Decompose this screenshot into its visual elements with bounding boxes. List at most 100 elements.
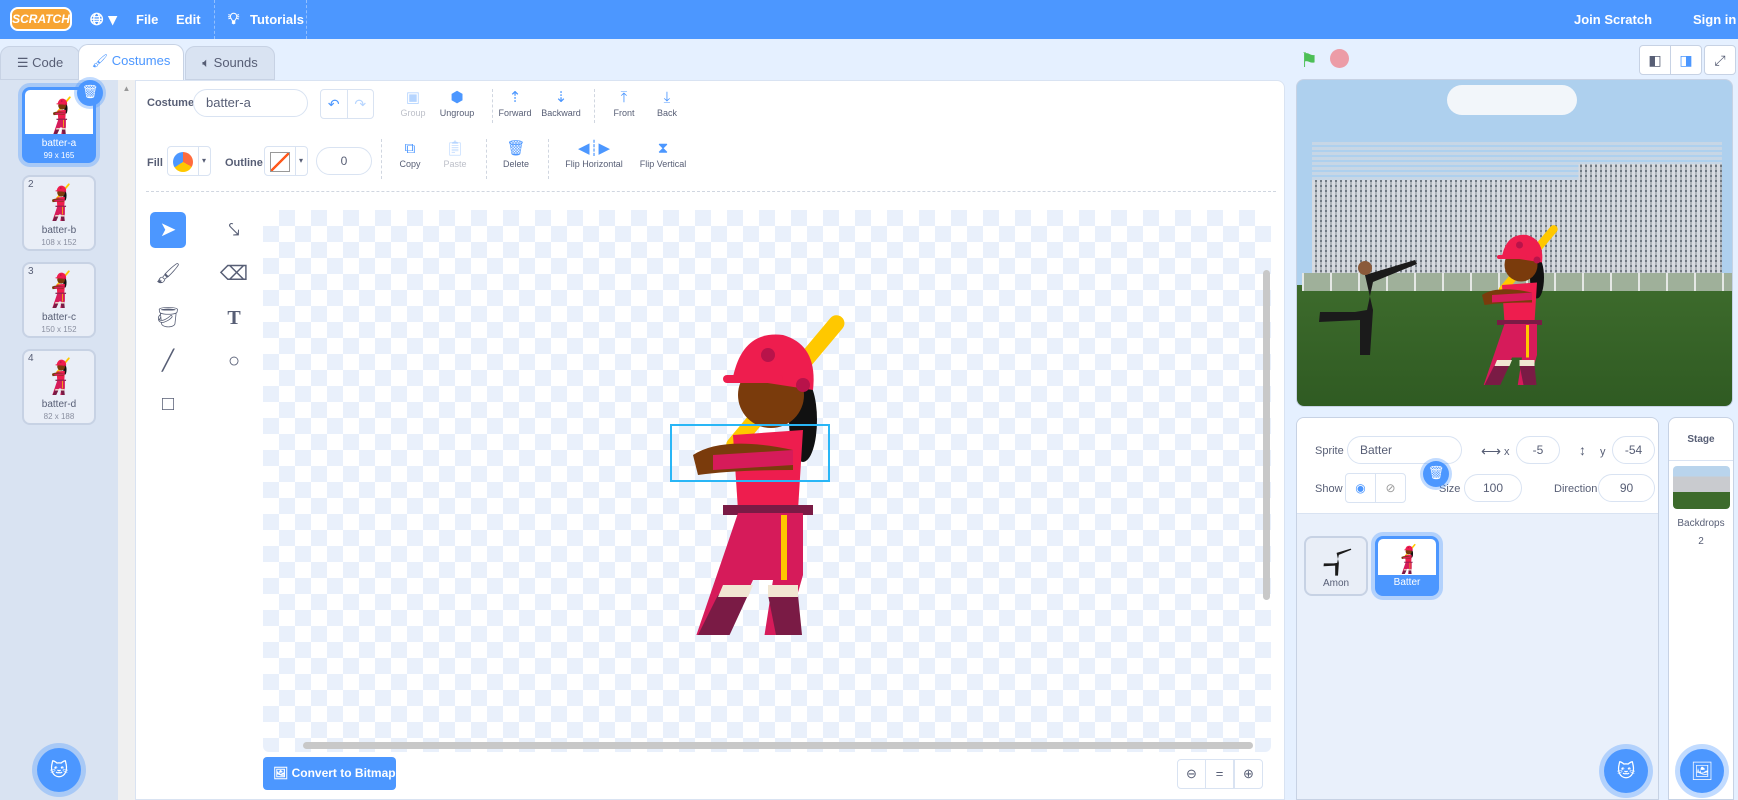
- costume-name: batter-a: [41, 138, 77, 149]
- direction-label: Direction: [1554, 483, 1598, 495]
- button-label: Paste: [443, 159, 467, 169]
- visibility-toggle: ◉ ⊘: [1345, 473, 1406, 503]
- large-stage-icon[interactable]: ◨: [1670, 45, 1702, 75]
- sprite-name-input[interactable]: Batter: [1347, 436, 1462, 464]
- costume-size: 99 x 165: [43, 151, 75, 160]
- tab-code[interactable]: ☰ Code: [0, 46, 80, 80]
- divider: [214, 0, 215, 39]
- image-icon: 🖼︎: [273, 766, 292, 780]
- direction-input[interactable]: 90: [1598, 474, 1655, 502]
- circle-tool-icon[interactable]: ○: [216, 343, 252, 379]
- sprite-tile-batter[interactable]: Batter: [1375, 536, 1439, 596]
- flip-horizontal-icon: ◀┊▶: [577, 140, 611, 157]
- join-scratch-link[interactable]: Join Scratch: [1574, 0, 1652, 39]
- sign-in-link[interactable]: Sign in: [1693, 0, 1736, 39]
- sprite-thumbnail: [1392, 542, 1422, 574]
- tab-costumes[interactable]: 🖌︎ Costumes: [78, 44, 184, 80]
- x-label: x: [1504, 446, 1510, 458]
- show-eye-icon[interactable]: ◉: [1346, 474, 1376, 502]
- chevron-down-icon: ▾: [295, 147, 303, 175]
- scratch-logo[interactable]: SCRATCH: [10, 7, 72, 31]
- x-arrows-icon: ⟷: [1481, 443, 1502, 459]
- costume-list-scrollbar[interactable]: ▲: [118, 80, 135, 800]
- vertical-scrollbar[interactable]: [1263, 270, 1270, 600]
- outline-color-picker[interactable]: ▾: [264, 146, 308, 176]
- text-tool-icon[interactable]: T: [216, 300, 252, 336]
- zoom-in-icon[interactable]: ⊕: [1234, 759, 1263, 789]
- backward-button[interactable]: ⇣ Backward: [531, 88, 591, 118]
- fullscreen-icon[interactable]: ⤢: [1704, 45, 1736, 75]
- paste-icon: 📋︎: [445, 140, 465, 157]
- back-arrow-icon: ⤓: [663, 89, 671, 106]
- horizontal-scrollbar[interactable]: [303, 742, 1253, 749]
- costume-size: 82 x 188: [43, 412, 75, 421]
- stage-selector[interactable]: Stage Backdrops 2 🖼︎: [1668, 417, 1734, 800]
- costume-name: batter-d: [41, 399, 77, 410]
- fill-color-picker[interactable]: ▾: [167, 146, 211, 176]
- stage[interactable]: [1296, 79, 1733, 407]
- zoom-reset-button[interactable]: =: [1205, 759, 1234, 789]
- sprite-name: Batter: [1393, 577, 1421, 588]
- costume-name: batter-c: [42, 312, 76, 323]
- reshape-tool-icon[interactable]: ⤥: [216, 212, 252, 248]
- menu-file[interactable]: File: [136, 0, 158, 39]
- undo-icon[interactable]: ↶: [321, 90, 348, 118]
- stop-sign-icon[interactable]: [1330, 49, 1349, 68]
- sprite-tile-amon[interactable]: Amon: [1304, 536, 1368, 596]
- ungroup-button[interactable]: ⬢ Ungroup: [427, 88, 487, 118]
- small-stage-icon[interactable]: ◧: [1639, 45, 1671, 75]
- costume-item[interactable]: 3 batter-c 150 x 152: [22, 262, 96, 338]
- sprite-label: Sprite: [1315, 445, 1344, 457]
- delete-sprite-trash-icon[interactable]: 🗑︎: [1423, 461, 1449, 487]
- size-input[interactable]: 100: [1464, 474, 1522, 502]
- costume-item[interactable]: 4 batter-d 82 x 188: [22, 349, 96, 425]
- delete-button[interactable]: 🗑︎ Delete: [486, 139, 546, 169]
- redo-icon[interactable]: ↷: [348, 90, 374, 118]
- brush-tool-icon[interactable]: 🖌︎: [150, 256, 186, 292]
- toolbar-divider: [146, 191, 1276, 192]
- scroll-up-arrow-icon[interactable]: ▲: [118, 84, 135, 93]
- paint-canvas[interactable]: [263, 210, 1271, 752]
- menu-edit[interactable]: Edit: [176, 0, 201, 39]
- divider: [548, 139, 549, 179]
- x-input[interactable]: -5: [1516, 436, 1560, 464]
- sprite-properties: Sprite Batter ⟷ x -5 ↕ y -54 Show ◉ ⊘ Si…: [1297, 418, 1658, 514]
- fill-bucket-tool-icon[interactable]: 🪣︎: [150, 300, 186, 336]
- tab-label: Costumes: [111, 53, 171, 68]
- button-label: Flip Horizontal: [565, 159, 623, 169]
- no-outline-swatch-icon: [270, 152, 290, 172]
- delete-costume-trash-icon[interactable]: 🗑︎: [77, 80, 103, 106]
- brush-icon: 🖌︎: [91, 53, 112, 68]
- green-flag-icon[interactable]: ⚑: [1300, 48, 1318, 73]
- language-globe-icon[interactable]: 🌐︎ ▾: [90, 0, 117, 39]
- speaker-icon: 🔈︎: [202, 55, 214, 70]
- choose-backdrop-icon[interactable]: 🖼︎: [1680, 749, 1724, 793]
- costume-list: 1 batter-a 99 x 165 🗑︎ 2 batter-b 108 x …: [0, 80, 118, 800]
- hide-eye-icon[interactable]: ⊘: [1376, 474, 1405, 502]
- paste-button[interactable]: 📋︎ Paste: [425, 139, 485, 169]
- convert-to-bitmap-button[interactable]: 🖼︎ Convert to Bitmap: [263, 757, 396, 790]
- choose-sprite-cat-icon[interactable]: 🐱︎: [1604, 749, 1648, 793]
- costume-item[interactable]: 2 batter-b 108 x 152: [22, 175, 96, 251]
- outline-width-input[interactable]: 0: [316, 147, 372, 175]
- y-arrows-icon: ↕: [1579, 442, 1586, 458]
- flip-horizontal-button[interactable]: ◀┊▶ Flip Horizontal: [554, 139, 634, 169]
- choose-costume-cat-icon[interactable]: 🐱︎: [37, 748, 81, 792]
- back-button[interactable]: ⤓ Back: [637, 88, 697, 118]
- backward-arrow-icon: ⇣: [554, 89, 568, 106]
- tab-sounds[interactable]: 🔈︎ Sounds: [185, 46, 275, 80]
- menu-tutorials[interactable]: Tutorials: [250, 0, 304, 39]
- zoom-out-icon[interactable]: ⊖: [1177, 759, 1206, 789]
- line-tool-icon[interactable]: ╱: [150, 343, 186, 379]
- button-label: Delete: [502, 159, 529, 169]
- select-tool-arrow-icon[interactable]: ➤: [150, 212, 186, 248]
- fill-swatch-icon: [173, 152, 193, 172]
- eraser-tool-icon[interactable]: ⌫: [216, 256, 252, 292]
- costume-name-input[interactable]: batter-a: [193, 89, 308, 117]
- batter-sprite: [1462, 215, 1562, 385]
- outline-label: Outline: [225, 157, 263, 169]
- selection-box[interactable]: [670, 424, 830, 482]
- flip-vertical-button[interactable]: ⧗ Flip Vertical: [623, 139, 703, 169]
- y-input[interactable]: -54: [1612, 436, 1655, 464]
- rectangle-tool-icon[interactable]: □: [150, 386, 186, 422]
